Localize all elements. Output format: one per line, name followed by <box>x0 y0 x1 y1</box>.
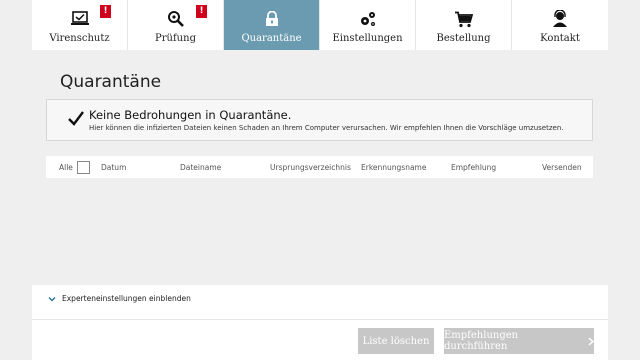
quarantine-table-header: Alle Datum Dateiname Ursprungsverzeichni… <box>46 156 593 178</box>
cart-icon <box>453 8 475 30</box>
expert-settings-toggle[interactable]: Experteneinstellungen einblenden <box>48 294 191 303</box>
column-header-versenden[interactable]: Versenden <box>542 163 582 172</box>
support-icon <box>549 8 571 30</box>
page-title: Quarantäne <box>60 72 162 92</box>
nav-label: Kontakt <box>540 33 580 44</box>
laptop-icon <box>69 8 91 30</box>
clear-list-button[interactable]: Liste löschen <box>358 328 434 354</box>
column-header-dateiname[interactable]: Dateiname <box>180 163 221 172</box>
column-header-erkennungsname[interactable]: Erkennungsname <box>361 163 426 172</box>
clear-list-label: Liste löschen <box>362 335 430 347</box>
lock-icon <box>261 8 283 30</box>
alert-badge: ! <box>100 5 111 18</box>
apply-recommendations-label: Empfehlungen durchführen <box>444 330 519 352</box>
nav-tab-einstellungen[interactable]: Einstellungen <box>320 0 416 50</box>
column-header-empfehlung[interactable]: Empfehlung <box>451 163 496 172</box>
apply-recommendations-button[interactable]: Empfehlungen durchführen <box>444 328 594 354</box>
notice-title: Keine Bedrohungen in Quarantäne. <box>89 108 292 122</box>
nav-tab-virenschutz[interactable]: Virenschutz ! <box>32 0 128 50</box>
magnifier-icon <box>165 8 187 30</box>
divider <box>32 319 608 320</box>
checkmark-icon <box>68 111 84 126</box>
column-header-ursprungsverzeichnis[interactable]: Ursprungsverzeichnis <box>270 163 351 172</box>
nav-tab-pruefung[interactable]: Prüfung ! <box>128 0 224 50</box>
top-navigation: Virenschutz ! Prüfung ! Quarantäne Einst… <box>32 0 608 50</box>
nav-tab-bestellung[interactable]: Bestellung <box>416 0 512 50</box>
nav-label: Prüfung <box>155 33 196 44</box>
nav-tab-quarantaene[interactable]: Quarantäne <box>224 0 320 50</box>
bottom-panel: Experteneinstellungen einblenden Liste l… <box>32 285 608 360</box>
status-notice: Keine Bedrohungen in Quarantäne. Hier kö… <box>46 99 593 141</box>
nav-label: Bestellung <box>436 33 491 44</box>
nav-label: Einstellungen <box>332 33 403 44</box>
chevron-right-icon <box>588 337 594 345</box>
expert-settings-label: Experteneinstellungen einblenden <box>62 294 191 303</box>
gears-icon <box>357 8 379 30</box>
notice-text: Hier können die infizierten Dateien kein… <box>89 124 564 132</box>
select-all-label: Alle <box>59 163 73 172</box>
select-all-checkbox[interactable] <box>77 161 90 174</box>
chevron-down-icon <box>48 296 56 301</box>
nav-label: Virenschutz <box>49 33 110 44</box>
column-header-datum[interactable]: Datum <box>101 163 126 172</box>
nav-label: Quarantäne <box>241 33 302 44</box>
nav-tab-kontakt[interactable]: Kontakt <box>512 0 608 50</box>
alert-badge: ! <box>196 5 207 18</box>
